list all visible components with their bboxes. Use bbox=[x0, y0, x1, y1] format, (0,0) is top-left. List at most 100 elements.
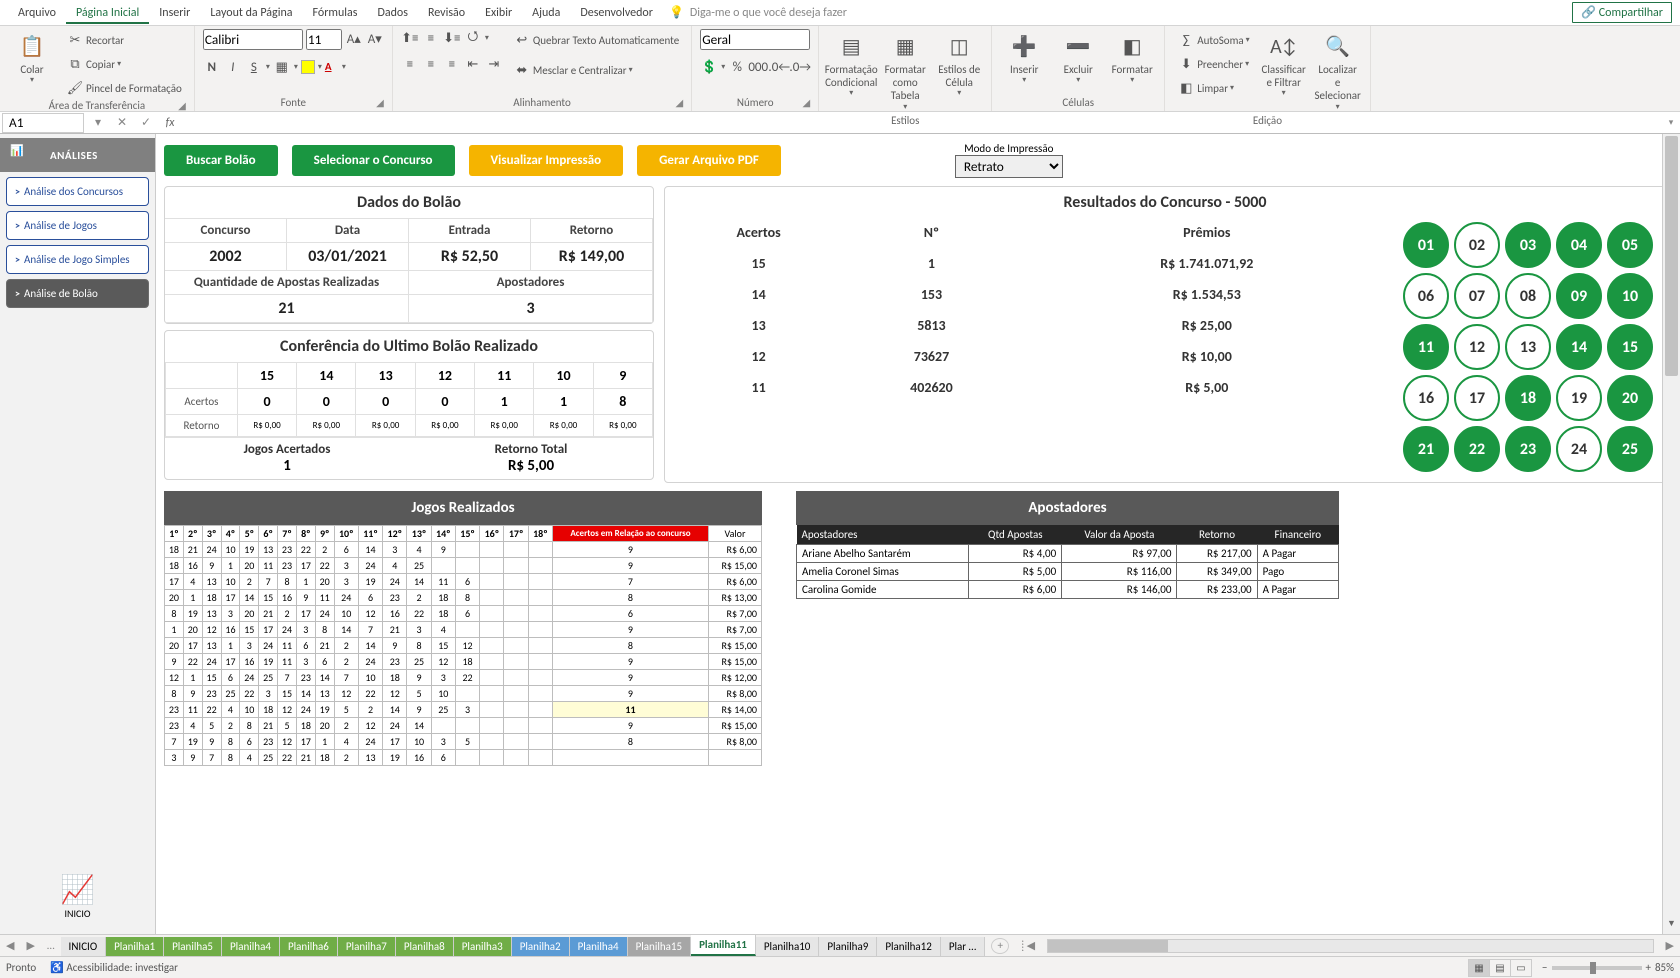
sheet-tab-Planilha11[interactable]: Planilha11 bbox=[691, 935, 756, 956]
clear-button[interactable]: ◧Limpar ▾ bbox=[1173, 77, 1253, 99]
accessibility-status[interactable]: ♿ Acessibilidade: investigar bbox=[50, 961, 178, 974]
indent-inc-icon[interactable]: ⇥ bbox=[485, 55, 503, 73]
indent-dec-icon[interactable]: ⇤ bbox=[464, 55, 482, 73]
cut-button[interactable]: ✂Recortar bbox=[62, 29, 186, 51]
align-left-icon[interactable]: ≡ bbox=[401, 55, 419, 73]
sheet-tab-Planilha9[interactable]: Planilha9 bbox=[819, 937, 877, 956]
align-right-icon[interactable]: ≡ bbox=[443, 55, 461, 73]
zoom-level[interactable]: 85% bbox=[1655, 961, 1674, 974]
orientation-icon[interactable]: ⭯ bbox=[464, 29, 482, 47]
tellme-search[interactable]: Diga-me o que você deseja fazer bbox=[690, 6, 1572, 20]
printmode-select[interactable]: Retrato bbox=[955, 155, 1063, 178]
sheet-tab-Planilha12[interactable]: Planilha12 bbox=[877, 937, 941, 956]
format-as-table-button[interactable]: ▦Formatar como Tabela▾ bbox=[881, 29, 929, 114]
sheet-nav-next[interactable]: ▶ bbox=[20, 939, 40, 952]
menu-tab-dados[interactable]: Dados bbox=[367, 2, 417, 24]
dec-decimal-icon[interactable]: .0→ bbox=[791, 58, 809, 76]
find-select-button[interactable]: 🔍Localizar e Selecionar▾ bbox=[1314, 29, 1362, 114]
sidebar-item-0[interactable]: >Análise dos Concursos bbox=[6, 177, 149, 206]
conditional-format-button[interactable]: ▤Formatação Condicional▾ bbox=[827, 29, 875, 101]
font-size-select[interactable] bbox=[306, 29, 342, 50]
align-bottom-icon[interactable]: ⬇≡ bbox=[443, 29, 461, 47]
copy-button[interactable]: ⧉Copiar ▾ bbox=[62, 53, 186, 75]
menu-tab-layout-da-página[interactable]: Layout da Página bbox=[200, 2, 302, 24]
underline-button[interactable]: S bbox=[245, 58, 263, 76]
zoom-slider[interactable] bbox=[1552, 966, 1642, 970]
sidebar-item-3[interactable]: >Análise de Bolão bbox=[6, 279, 149, 308]
fx-icon[interactable]: fx bbox=[158, 116, 182, 130]
sheet-tab-Planilha8[interactable]: Planilha8 bbox=[396, 937, 454, 956]
format-cells-button[interactable]: ◧Formatar▾ bbox=[1108, 29, 1156, 88]
currency-icon[interactable]: 💲 bbox=[700, 58, 718, 76]
shrink-font-icon[interactable]: A▾ bbox=[366, 31, 384, 49]
bold-button[interactable]: N bbox=[203, 58, 221, 76]
tab-scroll-left[interactable]: ⁞ ◀ bbox=[1015, 939, 1041, 952]
align-launcher[interactable]: ◢ bbox=[676, 96, 684, 109]
sheet-tab-Planilha7[interactable]: Planilha7 bbox=[338, 937, 396, 956]
italic-button[interactable]: I bbox=[224, 58, 242, 76]
font-name-select[interactable] bbox=[203, 29, 303, 50]
sheet-tab-Planilha2[interactable]: Planilha2 bbox=[512, 937, 570, 956]
formula-expand[interactable]: ▾ bbox=[1662, 117, 1680, 128]
sheet-tab-Planilha3[interactable]: Planilha3 bbox=[454, 937, 512, 956]
align-top-icon[interactable]: ⬆≡ bbox=[401, 29, 419, 47]
menu-tab-ajuda[interactable]: Ajuda bbox=[522, 2, 570, 24]
sheet-tab-Planilha4[interactable]: Planilha4 bbox=[222, 937, 280, 956]
zoom-out-button[interactable]: − bbox=[1542, 961, 1547, 974]
paste-button[interactable]: 📋Colar▾ bbox=[8, 29, 56, 88]
grow-font-icon[interactable]: A▴ bbox=[345, 31, 363, 49]
tab-scroll-right[interactable]: ▶ bbox=[1660, 939, 1680, 952]
thousands-icon[interactable]: 000 bbox=[749, 58, 767, 76]
sheet-tab-Planilha10[interactable]: Planilha10 bbox=[756, 937, 820, 956]
menu-tab-desenvolvedor[interactable]: Desenvolvedor bbox=[570, 2, 663, 24]
visualizar-impressao-button[interactable]: Visualizar Impressão bbox=[469, 145, 624, 176]
share-button[interactable]: 🔗 Compartilhar bbox=[1572, 2, 1672, 23]
fill-button[interactable]: ⬇Preencher ▾ bbox=[1173, 53, 1253, 75]
delete-cells-button[interactable]: ➖Excluir▾ bbox=[1054, 29, 1102, 88]
merge-center-button[interactable]: ⬌Mesclar e Centralizar ▾ bbox=[509, 59, 683, 81]
inc-decimal-icon[interactable]: .0← bbox=[770, 58, 788, 76]
align-middle-icon[interactable]: ≡ bbox=[422, 29, 440, 47]
percent-icon[interactable]: % bbox=[728, 58, 746, 76]
fill-color-button[interactable] bbox=[301, 60, 315, 74]
namebox-dropdown[interactable]: ▾ bbox=[86, 115, 110, 130]
new-sheet-button[interactable]: + bbox=[991, 938, 1009, 954]
format-painter-button[interactable]: 🖌Pincel de Formatação bbox=[62, 77, 186, 99]
sheet-nav-prev[interactable]: ◀ bbox=[0, 939, 20, 952]
sort-filter-button[interactable]: A↕Classificar e Filtrar▾ bbox=[1260, 29, 1308, 101]
wrap-text-button[interactable]: ↩Quebrar Texto Automaticamente bbox=[509, 29, 683, 51]
number-launcher[interactable]: ◢ bbox=[803, 96, 811, 109]
sheet-tab-Planilha4[interactable]: Planilha4 bbox=[570, 937, 628, 956]
sheet-tab-Planilha5[interactable]: Planilha5 bbox=[164, 937, 222, 956]
scroll-down-icon[interactable]: ▼ bbox=[1663, 918, 1680, 934]
buscar-bolao-button[interactable]: Buscar Bolão bbox=[164, 145, 278, 176]
view-layout-icon[interactable]: ▤ bbox=[1489, 959, 1511, 977]
menu-tab-inserir[interactable]: Inserir bbox=[149, 2, 200, 24]
sheet-tab-Planilha6[interactable]: Planilha6 bbox=[280, 937, 338, 956]
formula-cancel[interactable]: ✕ bbox=[110, 115, 134, 130]
vertical-scrollbar[interactable]: ▲ ▼ bbox=[1662, 134, 1680, 934]
cell-styles-button[interactable]: ◫Estilos de Célula▾ bbox=[935, 29, 983, 101]
autosum-button[interactable]: ∑AutoSoma ▾ bbox=[1173, 29, 1253, 51]
view-normal-icon[interactable]: ▦ bbox=[1468, 959, 1490, 977]
zoom-in-button[interactable]: + bbox=[1646, 961, 1651, 974]
number-format-select[interactable] bbox=[700, 29, 810, 50]
selecionar-concurso-button[interactable]: Selecionar o Concurso bbox=[292, 145, 455, 176]
border-button[interactable]: ▦ bbox=[273, 58, 291, 76]
view-pagebreak-icon[interactable]: ▭ bbox=[1510, 959, 1532, 977]
insert-cells-button[interactable]: ➕Inserir▾ bbox=[1000, 29, 1048, 88]
menu-tab-revisão[interactable]: Revisão bbox=[418, 2, 475, 24]
inicio-button[interactable]: 📈 INICIO bbox=[0, 862, 155, 930]
formula-accept[interactable]: ✓ bbox=[134, 115, 158, 130]
menu-tab-exibir[interactable]: Exibir bbox=[475, 2, 522, 24]
align-center-icon[interactable]: ≡ bbox=[422, 55, 440, 73]
sheet-tab-Plar …[interactable]: Plar … bbox=[941, 937, 985, 956]
sheet-nav-more[interactable]: … bbox=[41, 939, 61, 952]
menu-tab-arquivo[interactable]: Arquivo bbox=[8, 2, 66, 24]
sidebar-item-2[interactable]: >Análise de Jogo Simples bbox=[6, 245, 149, 274]
sheet-tab-Planilha15[interactable]: Planilha15 bbox=[628, 937, 692, 956]
sidebar-item-1[interactable]: >Análise de Jogos bbox=[6, 211, 149, 240]
font-color-button[interactable]: A bbox=[325, 60, 339, 74]
clipboard-launcher[interactable]: ◢ bbox=[178, 99, 186, 112]
menu-tab-página-inicial[interactable]: Página Inicial bbox=[66, 2, 149, 24]
